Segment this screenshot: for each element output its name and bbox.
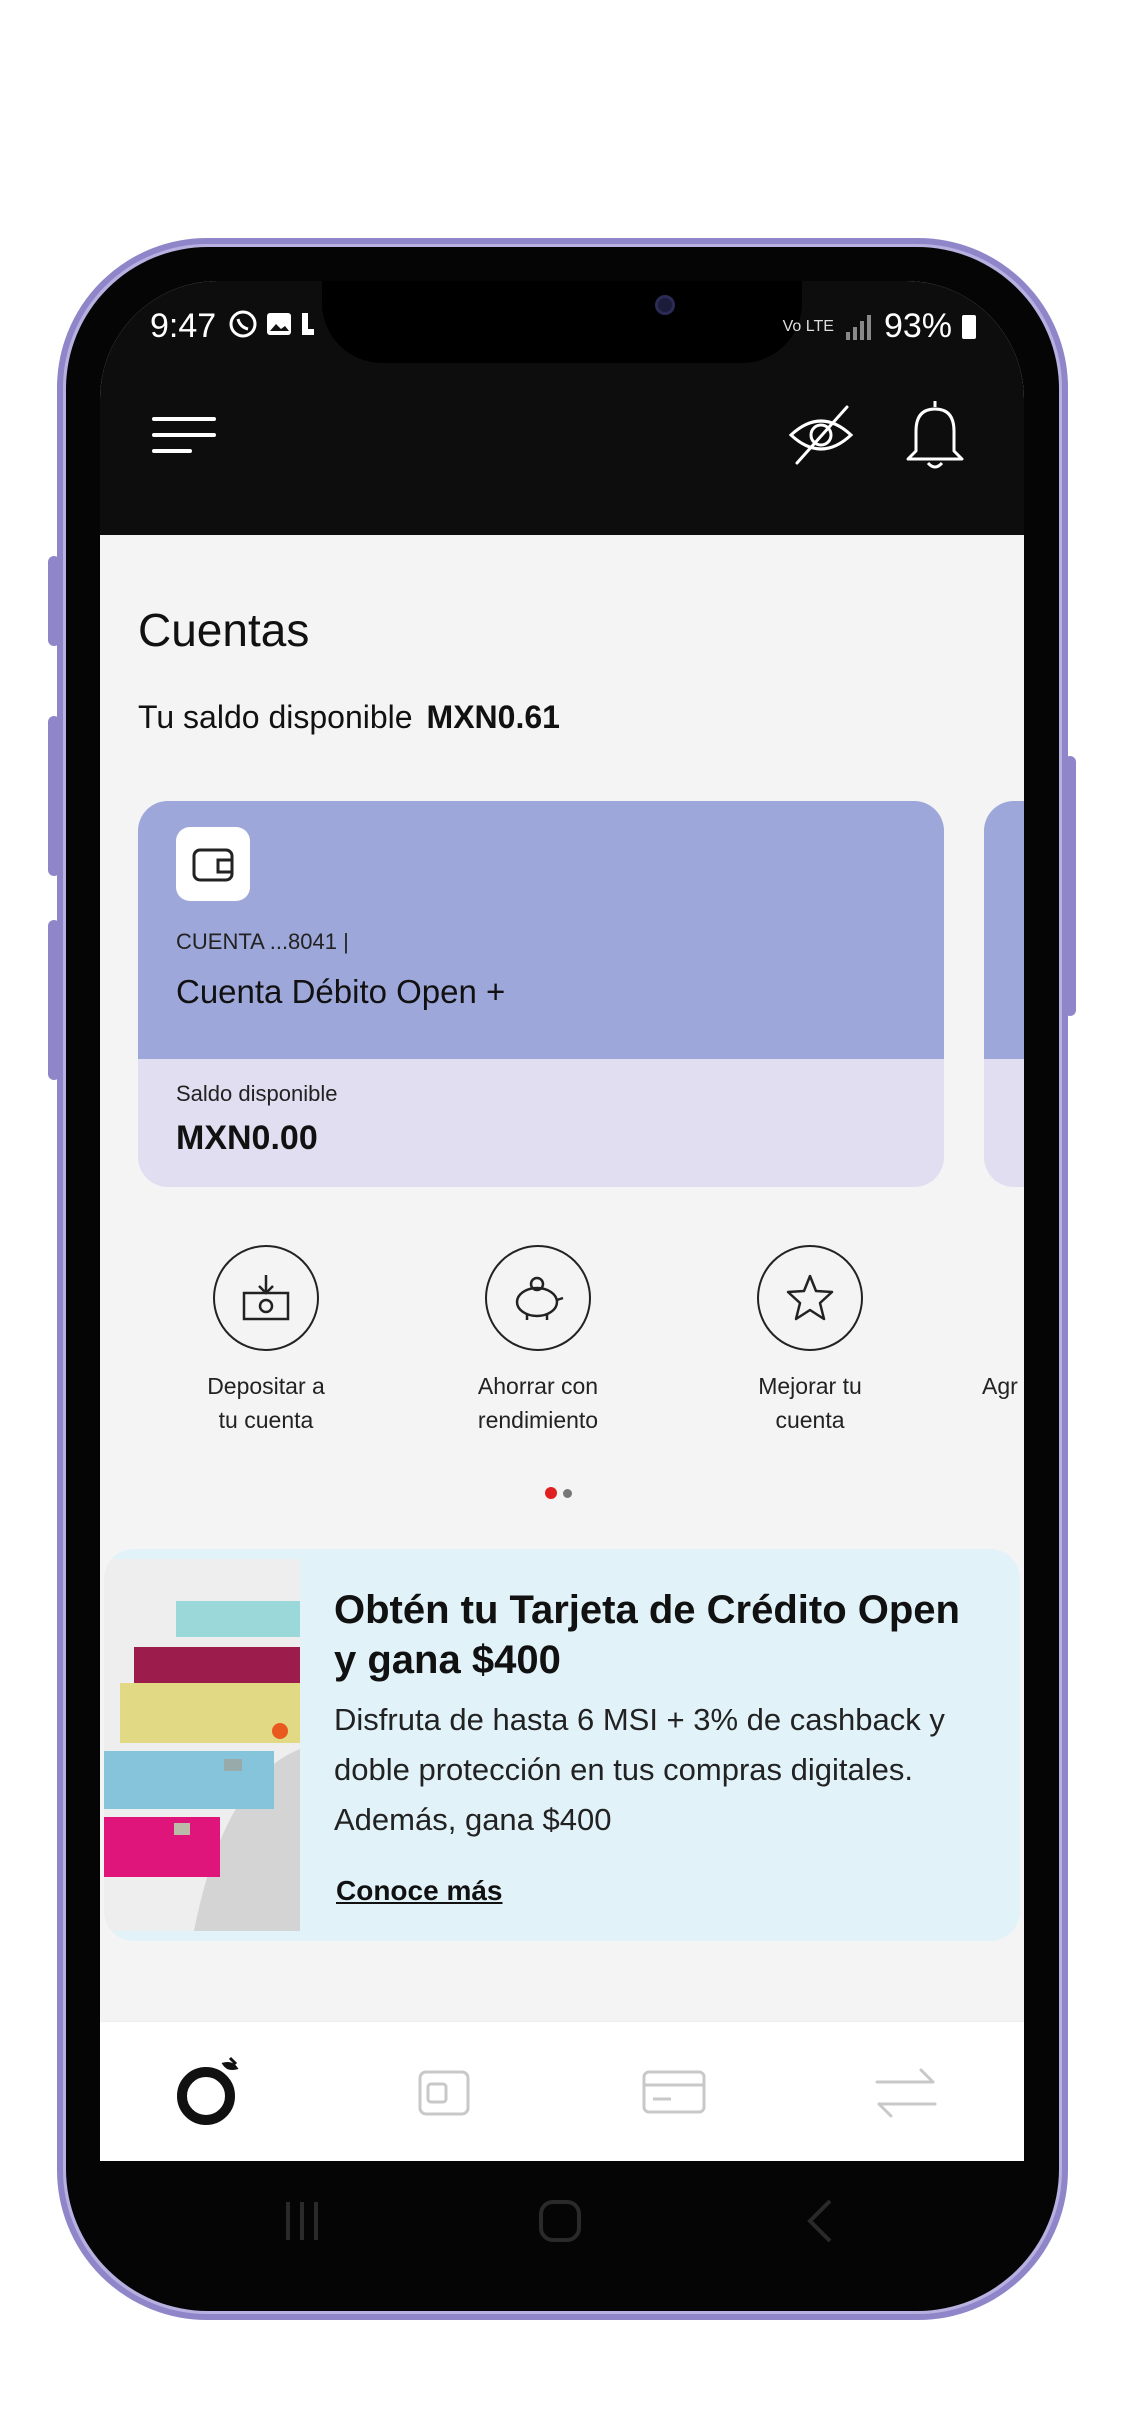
account-balance-label: Saldo disponible [176,1081,338,1106]
promo-title: Obtén tu Tarjeta de Crédito Open y gana $… [334,1585,1014,1685]
star-icon [757,1245,863,1351]
add-label-line1: Agr [982,1373,1018,1399]
promo-title-line1: Obtén tu Tarjeta de Crédito Open [334,1588,960,1632]
recents-icon[interactable] [272,2191,332,2251]
notification-more-icon [302,313,314,335]
upgrade-label-line2: cuenta [775,1407,845,1433]
wallet-icon [176,827,250,901]
balance-label: Tu saldo disponible [138,699,413,735]
quick-actions: Depositar a tu cuenta Ahorrar con rendimie… [100,1245,1024,1445]
credit-cards-image [104,1559,300,1931]
save-label-line2: rendimiento [477,1407,599,1433]
deposit-icon [213,1245,319,1351]
wallet-nav-icon[interactable] [404,2052,484,2132]
upgrade-action[interactable]: Mejorar tu cuenta [710,1245,910,1437]
carousel-indicator [545,1487,572,1499]
network-indicator: Vo LTE [782,317,834,335]
status-time: 9:47 [150,307,217,345]
volume-button [48,920,60,1080]
promo-title-line2: y gana $400 [334,1638,561,1682]
upgrade-label-line1: Mejorar tu [758,1373,862,1399]
system-navigation [100,2161,1024,2281]
deposit-action[interactable]: Depositar a tu cuenta [166,1245,366,1437]
eye-off-icon[interactable] [785,399,857,471]
promo-body-line1: Disfruta de hasta 6 MSI + 3% de cashback… [334,1702,945,1737]
deposit-label-line2: tu cuenta [218,1407,314,1433]
front-camera [655,295,675,315]
add-label: Agr [982,1369,1024,1403]
app-screen: 9:47 Vo LTE 93% Cuentas Tu saldo disponi… [100,281,1024,2161]
next-account-card[interactable] [984,801,1024,1187]
account-balance-value: MXN0.00 [176,1119,318,1157]
promo-body-line2: doble protección en tus compras digitale… [334,1752,913,1787]
promo-body: Disfruta de hasta 6 MSI + 3% de cashback… [334,1695,1014,1845]
notification-icons [228,309,314,339]
battery-icon [962,314,976,339]
battery-percent: 93% [883,307,952,345]
total-balance: Tu saldo disponible MXN0.61 [138,699,560,736]
volume-button [48,556,60,646]
bottom-navigation [100,2021,1024,2161]
card-icon[interactable] [634,2052,714,2132]
balance-value: MXN0.61 [426,699,560,735]
app-header: 9:47 Vo LTE 93% [100,281,1024,535]
home-icon[interactable] [530,2191,590,2251]
bell-icon[interactable] [900,395,970,473]
add-action[interactable]: Agr [982,1245,1024,1403]
back-icon[interactable] [790,2191,850,2251]
next-account-card-header [984,801,1024,1059]
promo-body-line3: Además, gana $400 [334,1802,612,1837]
hamburger-icon[interactable] [152,411,222,461]
power-button [1064,756,1076,1016]
home-logo-icon[interactable] [170,2052,250,2132]
gallery-icon [267,313,291,335]
upgrade-label: Mejorar tu cuenta [710,1369,910,1437]
whatsapp-icon [229,310,257,338]
signal-icon [845,314,871,340]
learn-more-link[interactable]: Conoce más [336,1875,503,1907]
deposit-label-line1: Depositar a [207,1373,325,1399]
save-label: Ahorrar con rendimiento [438,1369,638,1437]
notch [322,281,802,363]
account-number: CUENTA ...8041 | [176,929,349,954]
save-label-line1: Ahorrar con [477,1373,599,1399]
account-card[interactable]: CUENTA ...8041 | Cuenta Débito Open + Sa… [138,801,944,1187]
save-action[interactable]: Ahorrar con rendimiento [438,1245,638,1437]
deposit-label: Depositar a tu cuenta [166,1369,366,1437]
carousel-dot-active [545,1487,557,1499]
page-title: Cuentas [138,604,310,656]
piggy-bank-icon [485,1245,591,1351]
transfer-icon[interactable] [866,2052,946,2132]
volume-button [48,716,60,876]
carousel-dot [563,1488,572,1498]
credit-card-promo[interactable]: Obtén tu Tarjeta de Crédito Open y gana $… [104,1549,1020,1941]
account-name: Cuenta Débito Open + [176,973,506,1010]
status-right: Vo LTE 93% [783,307,976,346]
